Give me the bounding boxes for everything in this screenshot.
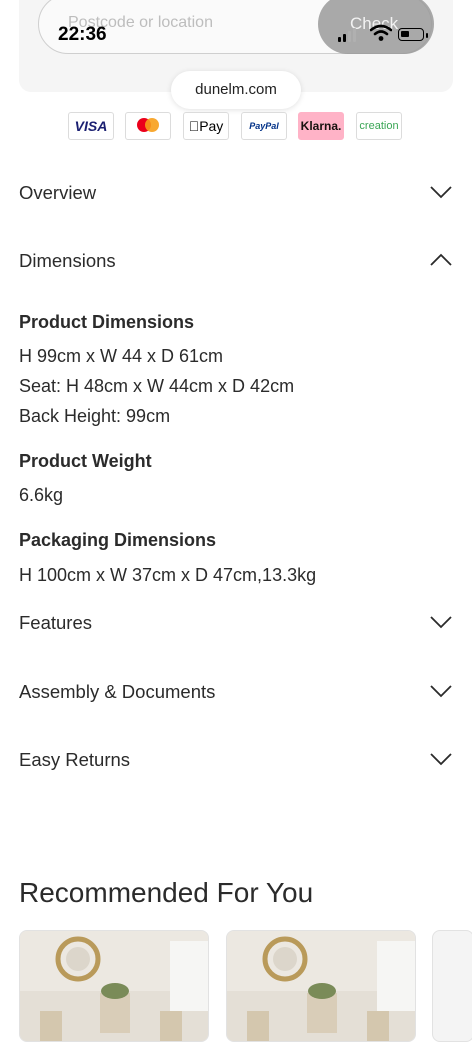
klarna-icon: Klarna. [298,112,344,140]
mastercard-icon [125,112,171,140]
chevron-down-icon [430,186,452,199]
accordion-features[interactable]: Features [19,608,453,640]
chevron-down-icon [430,685,452,698]
status-icons [338,24,434,44]
recommended-product-card[interactable] [19,930,209,1042]
chevron-down-icon [430,616,452,629]
seat-dimensions-line: Seat: H 48cm x W 44cm x D 42cm [19,376,295,396]
accordion-overview[interactable]: Overview [19,178,453,210]
product-image [20,931,208,1041]
accordion-overview-label: Overview [19,182,97,203]
accordion-returns-label: Easy Returns [19,749,131,770]
chevron-up-icon [430,253,452,266]
product-dimensions-heading: Product Dimensions [19,312,195,332]
status-time: 22:36 [58,24,107,45]
product-weight-heading: Product Weight [19,451,152,471]
packaging-dimensions-heading: Packaging Dimensions [19,530,217,550]
accordion-dimensions-label: Dimensions [19,250,116,271]
creation-icon: creation [356,112,402,140]
chevron-down-icon [430,753,452,766]
product-weight-value: 6.6kg [19,485,64,505]
product-dimensions-line: H 99cm x W 44 x D 61cm [19,346,224,366]
apple-pay-icon: Pay [183,112,229,140]
recommended-product-card[interactable] [226,930,416,1042]
accordion-assembly-label: Assembly & Documents [19,681,216,702]
packaging-dimensions-value: H 100cm x W 37cm x D 47cm,13.3kg [19,565,317,585]
battery-icon [398,28,424,41]
recommended-title: Recommended For You [19,877,314,908]
back-height-line: Back Height: 99cm [19,406,171,426]
accordion-dimensions[interactable]: Dimensions [19,246,453,278]
accordion-assembly[interactable]: Assembly & Documents [19,677,453,709]
visa-icon: VISA [68,112,114,140]
product-image [227,931,415,1041]
paypal-icon: PayPal [241,112,287,140]
recommended-product-card[interactable] [432,930,472,1042]
url-bar[interactable]: dunelm.com [171,71,301,109]
wifi-icon [370,24,392,41]
battery-tip [426,33,428,38]
accordion-returns[interactable]: Easy Returns [19,745,453,777]
accordion-features-label: Features [19,612,93,633]
